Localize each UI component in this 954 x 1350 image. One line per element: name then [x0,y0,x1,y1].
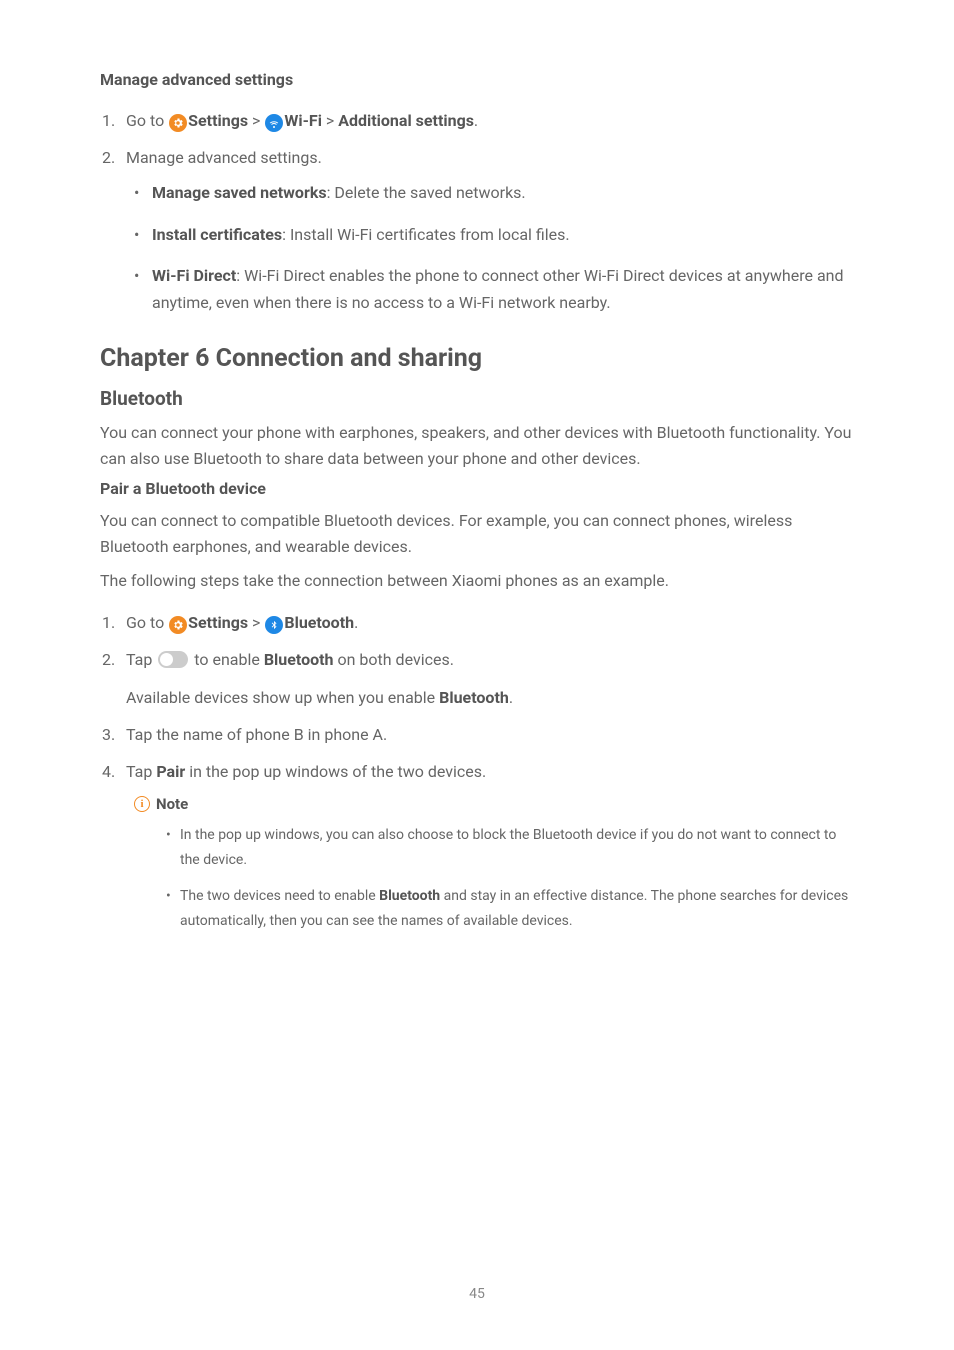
label-manage-saved-networks: Manage saved networks [152,183,327,202]
text-avail-suffix: . [509,688,513,707]
note-bullet-block-device: In the pop up windows, you can also choo… [180,823,854,872]
step-goto-additional-settings: Go to Settings > Wi-Fi > Additional sett… [118,107,854,134]
heading-bluetooth: Bluetooth [100,387,854,410]
separator: > [248,111,264,130]
document-page: Manage advanced settings Go to Settings … [0,0,954,933]
text-wd-desc: : Wi-Fi Direct enables the phone to conn… [152,266,844,312]
text-goto: Go to [126,613,168,632]
text-goto: Go to [126,111,168,130]
toggle-off-icon [158,651,188,668]
heading-pair-device: Pair a Bluetooth device [100,479,854,498]
heading-manage-advanced: Manage advanced settings [100,70,854,89]
bullet-wifi-direct: Wi-Fi Direct: Wi-Fi Direct enables the p… [148,262,854,316]
info-icon: i [134,796,150,812]
steps-manage-advanced: Go to Settings > Wi-Fi > Additional sett… [100,107,854,316]
label-additional-settings: Additional settings [338,111,474,130]
note-bullets: In the pop up windows, you can also choo… [134,823,854,933]
paragraph-bluetooth-intro: You can connect your phone with earphone… [100,420,854,471]
text-tap: Tap [126,762,156,781]
label-bluetooth: Bluetooth [284,613,354,632]
paragraph-pair-example: The following steps take the connection … [100,568,854,594]
paragraph-pair-intro: You can connect to compatible Bluetooth … [100,508,854,559]
text-ic-desc: : Install Wi-Fi certificates from local … [282,225,570,244]
text-msn-desc: : Delete the saved networks. [327,183,526,202]
bullets-advanced-options: Manage saved networks: Delete the saved … [126,179,854,316]
note-block: i Note In the pop up windows, you can al… [100,795,854,933]
step-tap-phone-name: Tap the name of phone B in phone A. [118,721,854,748]
text-on-both: on both devices. [334,650,454,669]
paragraph-available-devices: Available devices show up when you enabl… [126,685,854,711]
label-bluetooth: Bluetooth [379,888,440,904]
label-bluetooth: Bluetooth [439,688,509,707]
bullet-manage-saved-networks: Manage saved networks: Delete the saved … [148,179,854,206]
label-install-certificates: Install certificates [152,225,282,244]
step-tap-toggle: Tap to enable Bluetooth on both devices.… [118,646,854,711]
text-tap: Tap [126,650,156,669]
label-wifi: Wi-Fi [284,111,322,130]
text-period: . [354,613,358,632]
step-goto-bluetooth: Go to Settings > Bluetooth. [118,609,854,636]
step-tap-pair: Tap Pair in the pop up windows of the tw… [118,758,854,785]
wifi-icon [265,114,283,132]
steps-pair-bluetooth: Go to Settings > Bluetooth. Tap to enabl… [100,609,854,785]
text-pair-suffix: in the pop up windows of the two devices… [185,762,486,781]
settings-icon [169,114,187,132]
note-header: i Note [134,795,854,813]
step-manage-advanced: Manage advanced settings. Manage saved n… [118,144,854,316]
text-n2-prefix: The two devices need to enable [180,888,379,904]
label-pair: Pair [156,762,185,781]
text-period: . [474,111,478,130]
text-manage: Manage advanced settings. [126,148,322,167]
heading-chapter-6: Chapter 6 Connection and sharing [100,344,854,373]
bluetooth-icon [265,616,283,634]
settings-icon [169,616,187,634]
page-number: 45 [0,1286,954,1302]
text-to-enable: to enable [190,650,264,669]
note-bullet-enable-bluetooth: The two devices need to enable Bluetooth… [180,884,854,933]
label-note: Note [156,795,188,813]
label-settings: Settings [188,613,248,632]
separator: > [322,111,338,130]
bullet-install-certificates: Install certificates: Install Wi-Fi cert… [148,221,854,248]
label-wifi-direct: Wi-Fi Direct [152,266,236,285]
separator: > [248,613,264,632]
text-avail-prefix: Available devices show up when you enabl… [126,688,439,707]
label-bluetooth: Bluetooth [264,650,334,669]
label-settings: Settings [188,111,248,130]
